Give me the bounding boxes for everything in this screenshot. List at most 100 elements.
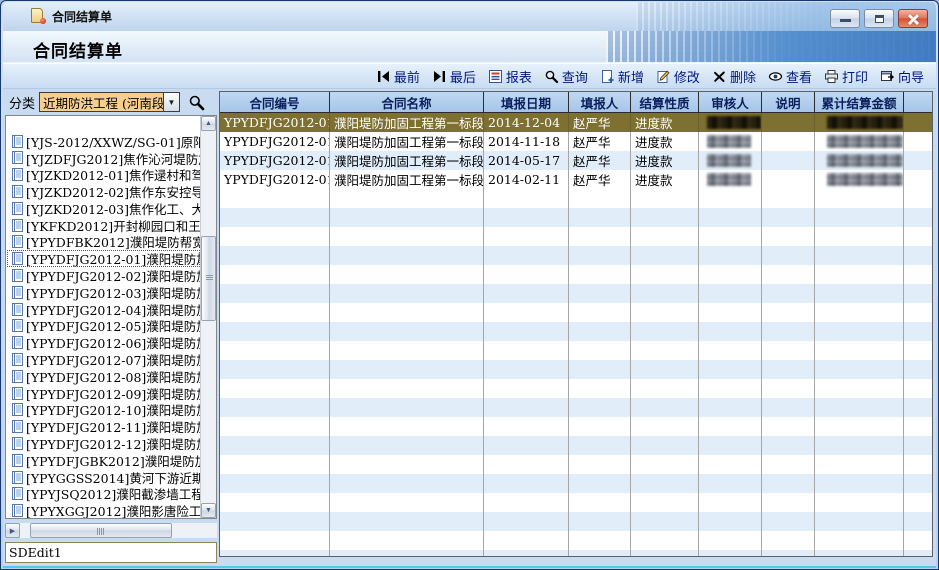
col-contract-code[interactable]: 合同编号 [220, 92, 330, 112]
list-item[interactable]: [YPYDFJG2012-04]濮阳堤防加.. [7, 301, 200, 318]
list-item[interactable]: [YPYDFJG2012-08]濮阳堤防加.. [7, 368, 200, 385]
cell-total-amount [815, 151, 904, 170]
list-item[interactable]: [YPYDFJG2012-06]濮阳堤防加.. [7, 334, 200, 351]
col-report-date[interactable]: 填报日期 [484, 92, 569, 112]
gridline [329, 189, 330, 556]
query-label: 查询 [562, 67, 588, 86]
gridline [568, 189, 569, 556]
maximize-button[interactable] [864, 9, 894, 28]
cell-reporter: 赵严华 [569, 151, 631, 170]
cell-total-amount [815, 113, 904, 132]
list-item[interactable]: [YPYDFJG2012-11]濮阳堤防加.. [7, 418, 200, 435]
list-item[interactable]: [YJZKD2012-02]焦作东安控导工 [7, 183, 200, 200]
chevron-down-icon[interactable]: ▼ [163, 93, 179, 111]
list-item[interactable]: [YPYDFJG2012-05]濮阳堤防加.. [7, 318, 200, 335]
cell-report-date: 2014-02-11 [484, 170, 569, 189]
add-label: 新增 [618, 67, 644, 86]
col-total-amount[interactable]: 累计结算金额 [815, 92, 904, 112]
category-search-button[interactable] [186, 92, 206, 112]
cell-reporter: 赵严华 [569, 170, 631, 189]
list-item[interactable]: [YJZDFJG2012]焦作沁河堤防加.. [7, 150, 200, 167]
document-icon [10, 269, 23, 282]
document-icon [10, 151, 23, 164]
gridline [761, 189, 762, 556]
list-item[interactable]: [YPYGGSS2014]黄河下游近期防. [7, 469, 200, 486]
list-item[interactable]: [YPYXGGJ2012]濮阳影唐险工改. [7, 502, 200, 518]
query-button[interactable]: 查询 [538, 64, 594, 89]
col-filler [904, 92, 932, 112]
document-icon [10, 185, 23, 198]
category-dropdown[interactable]: 近期防洪工程 (河南段) ▼ [39, 92, 180, 112]
first-record-button[interactable]: 最前 [370, 64, 426, 89]
report-button[interactable]: 报表 [482, 64, 538, 89]
wizard-label: 向导 [898, 67, 924, 86]
list-item[interactable]: [YPYDFJG2012-10]濮阳堤防加.. [7, 402, 200, 419]
cell-contract-name: 濮阳堤防加固工程第一标段 [330, 132, 484, 151]
list-horizontal-scrollbar[interactable]: ◀ ▶ [5, 523, 217, 538]
gridline [483, 189, 484, 556]
list-item[interactable]: [YPYDFJG2012-07]濮阳堤防加.. [7, 351, 200, 368]
close-button[interactable] [898, 9, 928, 28]
scroll-up-icon[interactable]: ▲ [201, 116, 216, 131]
header-building-decor [606, 31, 936, 62]
list-item[interactable]: [YPYDFJG2012-03]濮阳堤防加.. [7, 284, 200, 301]
col-contract-name[interactable]: 合同名称 [330, 92, 484, 112]
add-button[interactable]: 新增 [594, 64, 650, 89]
list-item[interactable]: [YPYDFJG2012-02]濮阳堤防加.. [7, 267, 200, 284]
list-item[interactable]: [YJS-2012/XXWZ/SG-01]原阳武.. [7, 133, 200, 150]
document-icon [10, 135, 23, 148]
vertical-scroll-thumb[interactable] [201, 236, 216, 321]
delete-button[interactable]: 删除 [706, 64, 762, 89]
category-value: 近期防洪工程 (河南段) [40, 93, 163, 112]
horizontal-scroll-thumb[interactable] [30, 523, 172, 538]
modify-button[interactable]: 修改 [650, 64, 706, 89]
col-auditor[interactable]: 审核人 [699, 92, 762, 112]
cell-total-amount [815, 170, 904, 189]
scroll-down-icon[interactable]: ▼ [201, 503, 216, 518]
document-icon [10, 454, 23, 467]
list-item[interactable]: [YKFKD2012]开封柳园口和王庵. [7, 217, 200, 234]
list-item[interactable]: [YPYDFJG2012-09]濮阳堤防加.. [7, 385, 200, 402]
cell-auditor [699, 132, 762, 151]
list-item[interactable]: [YJZKD2012-03]焦作化工、大.. [7, 200, 200, 217]
list-vertical-scrollbar[interactable]: ▲ ▼ [200, 116, 216, 518]
list-item[interactable]: [YPYDFJGBK2012]濮阳堤防加固. [7, 452, 200, 469]
gridline [630, 189, 631, 556]
print-button[interactable]: 打印 [818, 64, 874, 89]
view-button[interactable]: 查看 [762, 64, 818, 89]
col-settlement-type[interactable]: 结算性质 [631, 92, 699, 112]
list-item[interactable]: [YPYDFJG2012-12]濮阳堤防加.. [7, 435, 200, 452]
titlebar[interactable]: 合同结算单 [3, 2, 936, 31]
category-label: 分类 [9, 93, 39, 112]
table-row[interactable]: YPYDFJG2012-01 濮阳堤防加固工程第一标段 2014-12-04 赵… [220, 113, 932, 132]
table-row[interactable]: YPYDFJG2012-01 濮阳堤防加固工程第一标段 2014-11-18 赵… [220, 132, 932, 151]
cell-note [762, 113, 815, 132]
table-row[interactable]: YPYDFJG2012-01 濮阳堤防加固工程第一标段 2014-02-11 赵… [220, 170, 932, 189]
maximize-icon [875, 15, 884, 23]
redacted-amount-value [827, 116, 903, 129]
last-icon [432, 69, 447, 84]
table-row[interactable]: YPYDFJG2012-01 濮阳堤防加固工程第一标段 2014-05-17 赵… [220, 151, 932, 170]
col-note[interactable]: 说明 [762, 92, 815, 112]
list-item[interactable]: [YPYDFJG2012-01]濮阳堤防加.. [7, 250, 200, 267]
cell-reporter: 赵严华 [569, 113, 631, 132]
cell-settlement-type: 进度款 [631, 151, 699, 170]
cell-filler [904, 151, 932, 170]
col-reporter[interactable]: 填报人 [569, 92, 631, 112]
close-icon [899, 10, 927, 27]
sidebar: 分类 近期防洪工程 (河南段) ▼ [5, 89, 217, 565]
list-item[interactable]: [YJZKD2012-01]焦作逯村和驾.. [7, 166, 200, 183]
gridline [698, 189, 699, 556]
minimize-button[interactable] [830, 9, 860, 28]
table-body: YPYDFJG2012-01 濮阳堤防加固工程第一标段 2014-12-04 赵… [220, 113, 932, 556]
settlement-table: 合同编号 合同名称 填报日期 填报人 结算性质 审核人 说明 累计结算金额 YP… [219, 91, 933, 557]
list-item[interactable]: [YPYDFBK2012]濮阳堤防帮宽工程 [7, 234, 200, 251]
sdedit-field[interactable] [5, 542, 217, 563]
list-item[interactable] [7, 116, 200, 133]
last-record-button[interactable]: 最后 [426, 64, 482, 89]
cell-note [762, 132, 815, 151]
delete-label: 删除 [730, 67, 756, 86]
list-item[interactable]: [YPYJSQ2012]濮阳截渗墙工程 [7, 486, 200, 503]
scroll-right-icon[interactable]: ▶ [5, 523, 20, 538]
wizard-button[interactable]: 向导 [874, 64, 930, 89]
